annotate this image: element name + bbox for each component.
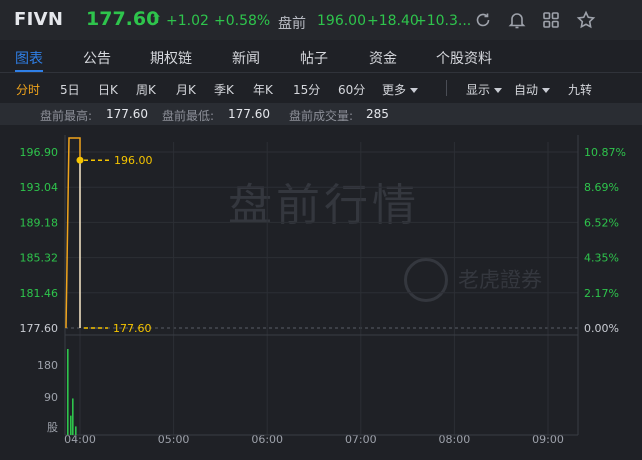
- period-more-dropdown[interactable]: 更多: [382, 81, 419, 98]
- high-marker-label: 196.00: [114, 154, 153, 167]
- grid-icon[interactable]: [541, 10, 561, 30]
- period-intraday[interactable]: 分时: [16, 81, 40, 98]
- period-selector: 分时 5日 日K 周K 月K 季K 年K 15分 60分 更多 显示 自动 九转: [0, 74, 642, 102]
- y-right-tick-label: 6.52%: [584, 216, 619, 229]
- chevron-down-icon: [542, 88, 551, 93]
- premarket-volume-label: 盘前成交量:: [289, 109, 354, 123]
- tab-options-chain[interactable]: 期权链: [150, 48, 192, 68]
- premarket-label: 盘前: [278, 16, 306, 32]
- quote-header: FIVN 177.60 ⬆ +1.02 +0.58% 盘前 196.00 +18…: [0, 0, 642, 40]
- period-60min[interactable]: 60分: [338, 81, 365, 98]
- premarket-high-label: 盘前最高:: [40, 109, 93, 123]
- volume-bar: [72, 398, 74, 435]
- star-icon[interactable]: [576, 10, 596, 30]
- tab-news[interactable]: 新闻: [232, 48, 260, 68]
- y-left-tick-label: 193.04: [20, 181, 59, 194]
- auto-dropdown[interactable]: 自动: [514, 81, 551, 98]
- display-dropdown[interactable]: 显示: [466, 81, 503, 98]
- premarket-low-label: 盘前最低:: [162, 109, 215, 123]
- period-yearly[interactable]: 年K: [253, 81, 273, 98]
- last-price: 177.60: [86, 8, 160, 30]
- period-15min[interactable]: 15分: [293, 81, 320, 98]
- y-right-tick-label: 8.69%: [584, 181, 619, 194]
- tab-announcements[interactable]: 公告: [83, 48, 111, 68]
- volume-tick-label: 90: [44, 391, 58, 404]
- y-left-tick-label: 177.60: [20, 322, 59, 335]
- low-marker-label: 177.60: [113, 322, 152, 335]
- active-tab-underline: [15, 70, 43, 72]
- period-5day[interactable]: 5日: [60, 81, 80, 98]
- volume-axis-label: 股: [47, 421, 58, 434]
- premarket-change: +18.40: [367, 13, 419, 29]
- premarket-high-value: 177.60: [106, 107, 148, 121]
- tab-capital-flow[interactable]: 资金: [369, 48, 397, 68]
- stock-quote-app: FIVN 177.60 ⬆ +1.02 +0.58% 盘前 196.00 +18…: [0, 0, 642, 460]
- tab-company-profile[interactable]: 个股资料: [436, 48, 492, 68]
- price-line: [65, 137, 81, 329]
- toolbar-divider: [446, 80, 447, 96]
- y-right-tick-label: 2.17%: [584, 287, 619, 300]
- volume-bar: [70, 415, 72, 435]
- period-daily[interactable]: 日K: [98, 81, 118, 98]
- tab-posts[interactable]: 帖子: [300, 48, 328, 68]
- premarket-low-value: 177.60: [228, 107, 270, 121]
- chart-canvas: 196.90 10.87% 193.04 8.69% 189.18 6.52% 185.32…: [20, 135, 626, 446]
- volume-bar: [75, 426, 77, 435]
- period-monthly[interactable]: 月K: [176, 81, 196, 98]
- y-left-tick-label: 185.32: [20, 252, 59, 265]
- tab-chart[interactable]: 图表: [15, 48, 43, 68]
- y-right-tick-label: 10.87%: [584, 146, 626, 159]
- refresh-icon[interactable]: [473, 10, 493, 30]
- bell-icon[interactable]: [507, 10, 527, 30]
- price-change-percent: +0.58%: [214, 13, 271, 29]
- y-left-tick-label: 196.90: [20, 146, 59, 159]
- y-left-tick-label: 181.46: [20, 287, 59, 300]
- high-marker-dot: [76, 156, 84, 164]
- more-label: 更多: [382, 83, 407, 97]
- ticker-symbol: FIVN: [14, 9, 64, 30]
- up-arrow-icon: ⬆: [151, 12, 162, 27]
- chevron-down-icon: [494, 88, 503, 93]
- nine-turn-toggle[interactable]: 九转: [568, 81, 592, 98]
- premarket-volume-value: 285: [366, 107, 389, 121]
- premarket-stats: 盘前最高: 177.60 盘前最低: 177.60 盘前成交量: 285: [0, 103, 642, 125]
- volume-tick-label: 180: [37, 359, 58, 372]
- period-quarterly[interactable]: 季K: [214, 81, 234, 98]
- y-left-tick-label: 189.18: [20, 216, 59, 229]
- tab-bar: 图表 公告 期权链 新闻 帖子 资金 个股资料: [0, 40, 642, 73]
- y-right-tick-label: 0.00%: [584, 322, 619, 335]
- auto-label: 自动: [514, 83, 539, 97]
- display-label: 显示: [466, 83, 491, 97]
- y-right-tick-label: 4.35%: [584, 252, 619, 265]
- premarket-change-percent: +10.3...: [415, 13, 472, 29]
- period-weekly[interactable]: 周K: [136, 81, 156, 98]
- intraday-chart[interactable]: 盘前行情 老虎證券 196.90 10.87% 193.04 8.69% 189.18 6…: [0, 125, 642, 460]
- volume-bar: [67, 349, 69, 435]
- chevron-down-icon: [410, 88, 419, 93]
- premarket-price: 196.00: [317, 13, 366, 29]
- price-change: +1.02: [166, 13, 209, 29]
